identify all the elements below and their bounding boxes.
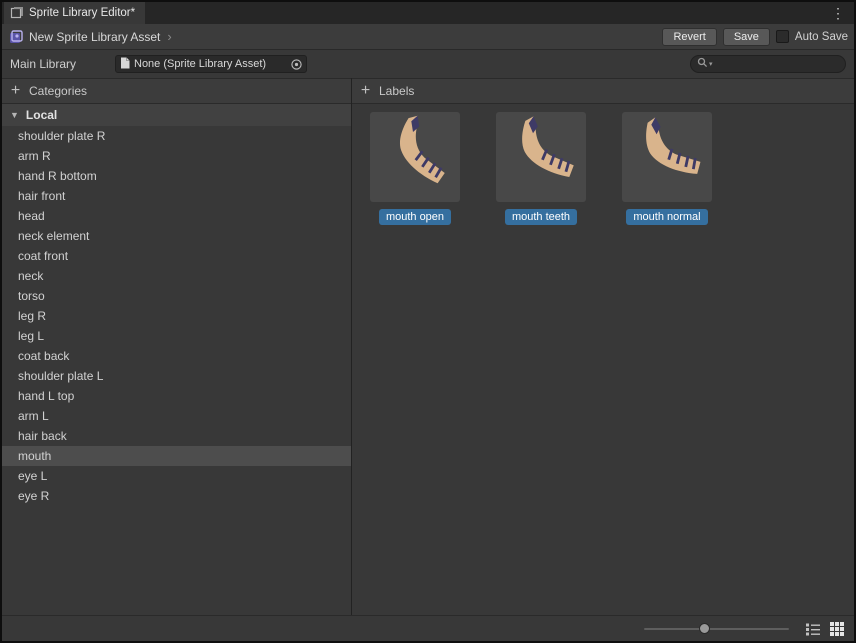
category-label: neck element [18, 229, 89, 243]
categories-panel: + Categories ▼ Local shoulder plate R ar… [2, 78, 352, 615]
local-foldout[interactable]: ▼ Local [2, 104, 351, 126]
kebab-menu-icon[interactable]: ⋮ [822, 2, 854, 24]
local-group-label: Local [26, 108, 57, 122]
sprite-library-asset-icon [8, 29, 24, 45]
slider-knob[interactable] [699, 623, 710, 634]
auto-save-checkbox[interactable] [776, 30, 789, 43]
search-field[interactable]: ▾ [690, 55, 846, 73]
grid-view-icon[interactable] [829, 621, 845, 637]
main-library-object-field[interactable]: None (Sprite Library Asset) [115, 55, 307, 73]
category-label: shoulder plate R [18, 129, 105, 143]
sprite-label-pill[interactable]: mouth teeth [505, 209, 577, 225]
tab-sprite-library-editor[interactable]: Sprite Library Editor* [4, 2, 145, 24]
category-label: hair front [18, 189, 65, 203]
foldout-triangle-icon: ▼ [10, 110, 19, 120]
save-button[interactable]: Save [723, 28, 770, 46]
category-row[interactable]: arm R [2, 146, 351, 166]
breadcrumb-separator-icon: › [167, 29, 171, 44]
category-row[interactable]: neck element [2, 226, 351, 246]
sprite-label-text: mouth teeth [512, 211, 570, 223]
object-picker-icon[interactable] [290, 58, 303, 71]
category-row[interactable]: hair back [2, 426, 351, 446]
thumbnail-size-slider[interactable] [644, 621, 789, 637]
category-row[interactable]: shoulder plate R [2, 126, 351, 146]
category-label: coat front [18, 249, 68, 263]
labels-header-label: Labels [379, 84, 414, 98]
toolbar: New Sprite Library Asset › Revert Save A… [2, 24, 854, 50]
mouth-sprite [625, 115, 709, 199]
categories-header-label: Categories [29, 84, 87, 98]
sprite-thumbnail[interactable] [622, 112, 712, 202]
category-label: coat back [18, 349, 69, 363]
category-label: mouth [18, 449, 51, 463]
category-row[interactable]: eye L [2, 466, 351, 486]
category-list: shoulder plate R arm R hand R bottom hai… [2, 126, 351, 615]
search-caret-icon: ▾ [709, 60, 713, 68]
add-category-button[interactable]: + [9, 84, 22, 98]
sprite-library-editor-window: Sprite Library Editor* ⋮ New Sprite Libr… [0, 0, 856, 643]
sprite-label-pill[interactable]: mouth open [379, 209, 451, 225]
asset-doc-icon [120, 57, 130, 72]
category-label: eye L [18, 469, 47, 483]
sprite-label-text: mouth open [386, 211, 444, 223]
category-label: leg R [18, 309, 46, 323]
main-library-row: Main Library None (Sprite Library Asset)… [2, 50, 854, 78]
category-label: arm R [18, 149, 51, 163]
category-label: leg L [18, 329, 44, 343]
list-view-icon[interactable] [805, 621, 821, 637]
category-row[interactable]: coat back [2, 346, 351, 366]
sprite-label-text: mouth normal [633, 211, 700, 223]
category-row[interactable]: eye R [2, 486, 351, 506]
category-label: eye R [18, 489, 49, 503]
main-library-label: Main Library [10, 57, 115, 71]
mouth-sprite [499, 115, 583, 199]
category-row[interactable]: hand R bottom [2, 166, 351, 186]
category-row[interactable]: arm L [2, 406, 351, 426]
bottom-bar [2, 615, 854, 641]
sprite-library-window-icon [10, 6, 24, 20]
category-label: arm L [18, 409, 49, 423]
tab-bar: Sprite Library Editor* ⋮ [2, 2, 854, 24]
toolbar-right-group: Revert Save Auto Save [662, 28, 848, 46]
category-label: torso [18, 289, 45, 303]
sprite-label-pill[interactable]: mouth normal [626, 209, 707, 225]
revert-button[interactable]: Revert [662, 28, 716, 46]
category-label: head [18, 209, 45, 223]
auto-save-label: Auto Save [795, 31, 848, 43]
category-row[interactable]: neck [2, 266, 351, 286]
category-row[interactable]: leg L [2, 326, 351, 346]
sprite-label-card[interactable]: mouth teeth [496, 112, 586, 225]
category-label: hair back [18, 429, 67, 443]
sprite-label-card[interactable]: mouth open [370, 112, 460, 225]
category-row[interactable]: hair front [2, 186, 351, 206]
breadcrumb[interactable]: New Sprite Library Asset [29, 30, 160, 44]
category-row[interactable]: torso [2, 286, 351, 306]
labels-grid: mouth open mouth teeth [352, 104, 854, 225]
tab-title: Sprite Library Editor* [29, 7, 135, 19]
category-row[interactable]: mouth [2, 446, 351, 466]
add-label-button[interactable]: + [359, 84, 372, 98]
sprite-label-card[interactable]: mouth normal [622, 112, 712, 225]
category-row[interactable]: hand L top [2, 386, 351, 406]
category-label: hand L top [18, 389, 74, 403]
category-row[interactable]: head [2, 206, 351, 226]
sprite-thumbnail[interactable] [496, 112, 586, 202]
category-label: shoulder plate L [18, 369, 103, 383]
category-row[interactable]: shoulder plate L [2, 366, 351, 386]
categories-panel-header: + Categories [2, 78, 351, 104]
category-row[interactable]: coat front [2, 246, 351, 266]
labels-panel: + Labels mouth open [352, 78, 854, 615]
labels-panel-header: + Labels [352, 78, 854, 104]
content-area: + Categories ▼ Local shoulder plate R ar… [2, 78, 854, 615]
category-row[interactable]: leg R [2, 306, 351, 326]
category-label: hand R bottom [18, 169, 97, 183]
slider-track[interactable] [644, 628, 789, 630]
category-label: neck [18, 269, 43, 283]
object-field-value: None (Sprite Library Asset) [134, 58, 286, 70]
sprite-thumbnail[interactable] [370, 112, 460, 202]
search-icon [697, 57, 708, 71]
mouth-sprite [373, 115, 457, 199]
